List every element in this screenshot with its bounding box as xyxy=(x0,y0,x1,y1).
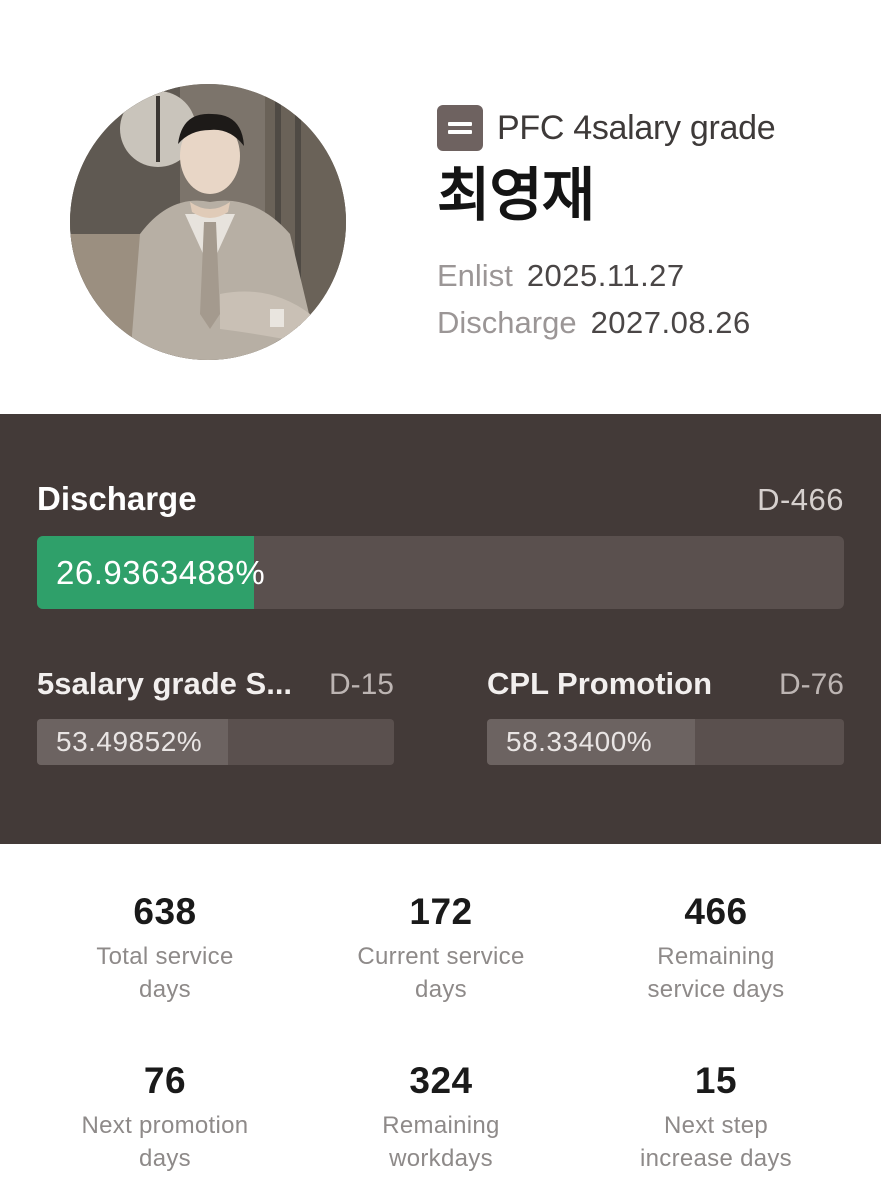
profile-header: PFC 4salary grade 최영재 Enlist 2025.11.27 … xyxy=(0,0,881,414)
stat-label-line: days xyxy=(139,976,191,1003)
enlist-date: 2025.11.27 xyxy=(526,258,685,293)
stat-label-line: Total service xyxy=(96,943,234,970)
stat-label: Total service days xyxy=(40,940,290,1006)
soldier-name: 최영재 xyxy=(437,163,595,228)
stat-value: 15 xyxy=(694,1060,738,1101)
progress-panel: Discharge D-466 26.9363488% 5salary grad… xyxy=(0,414,881,844)
stat-label-line: Next promotion xyxy=(81,1112,249,1139)
stat-next-step-increase-days: 15 Next step increase days xyxy=(591,1059,841,1175)
promotion-progress-bar[interactable]: 58.33400% xyxy=(487,719,844,765)
discharge-progress-percent: 26.9363488% xyxy=(56,553,266,591)
salary-step-progress-title: 5salary grade S... xyxy=(37,666,293,701)
stat-remaining-workdays: 324 Remaining workdays xyxy=(316,1059,566,1175)
stat-label-line: days xyxy=(139,1145,191,1172)
discharge-dday: D-466 xyxy=(757,482,844,517)
stat-total-service-days: 638 Total service days xyxy=(40,890,290,1006)
service-stats-grid: 638 Total service days 172 Current servi… xyxy=(0,844,881,1200)
stat-remaining-service-days: 466 Remaining service days xyxy=(591,890,841,1006)
promotion-progress-percent: 58.33400% xyxy=(506,726,653,757)
discharge-progress-header: Discharge D-466 xyxy=(37,480,844,524)
stat-label-line: Current service xyxy=(357,943,525,970)
discharge-date: 2027.08.26 xyxy=(590,305,751,340)
stat-label-line: service days xyxy=(647,976,785,1003)
enlist-date-row: Enlist 2025.11.27 xyxy=(437,256,685,296)
stat-label: Remaining workdays xyxy=(316,1109,566,1175)
salary-step-progress-percent: 53.49852% xyxy=(56,726,203,757)
avatar-photo-icon xyxy=(70,84,346,360)
salary-step-progress-header: 5salary grade S... D-15 xyxy=(37,666,394,710)
stat-label-line: increase days xyxy=(640,1145,792,1172)
stat-label-line: Remaining xyxy=(657,943,775,970)
stat-value: 172 xyxy=(409,891,473,932)
rank-label: PFC 4salary grade xyxy=(497,108,776,147)
stat-label-line: days xyxy=(415,976,467,1003)
promotion-progress-title: CPL Promotion xyxy=(487,666,713,701)
stat-label: Next step increase days xyxy=(591,1109,841,1175)
stat-value: 638 xyxy=(133,891,197,932)
stat-label: Remaining service days xyxy=(591,940,841,1006)
rank-insignia-icon xyxy=(437,105,483,151)
stat-label-line: workdays xyxy=(389,1145,493,1172)
salary-step-dday: D-15 xyxy=(328,668,394,701)
discharge-progress-title: Discharge xyxy=(37,480,197,517)
stat-value: 324 xyxy=(409,1060,473,1101)
stat-value: 76 xyxy=(143,1060,187,1101)
profile-avatar[interactable] xyxy=(70,84,346,360)
stat-label-line: Next step xyxy=(663,1112,769,1139)
promotion-dday: D-76 xyxy=(778,668,844,701)
stat-label: Next promotion days xyxy=(40,1109,290,1175)
rank-row: PFC 4salary grade xyxy=(437,104,776,152)
discharge-label: Discharge xyxy=(437,305,577,340)
enlist-label: Enlist xyxy=(437,258,513,293)
stat-current-service-days: 172 Current service days xyxy=(316,890,566,1006)
discharge-date-row: Discharge 2027.08.26 xyxy=(437,303,751,343)
discharge-progress-bar[interactable]: 26.9363488% xyxy=(37,536,844,609)
stat-label-line: Remaining xyxy=(382,1112,500,1139)
stat-next-promotion-days: 76 Next promotion days xyxy=(40,1059,290,1175)
stat-label: Current service days xyxy=(316,940,566,1006)
promotion-progress-header: CPL Promotion D-76 xyxy=(487,666,844,710)
salary-step-progress-bar[interactable]: 53.49852% xyxy=(37,719,394,765)
stat-value: 466 xyxy=(684,891,748,932)
